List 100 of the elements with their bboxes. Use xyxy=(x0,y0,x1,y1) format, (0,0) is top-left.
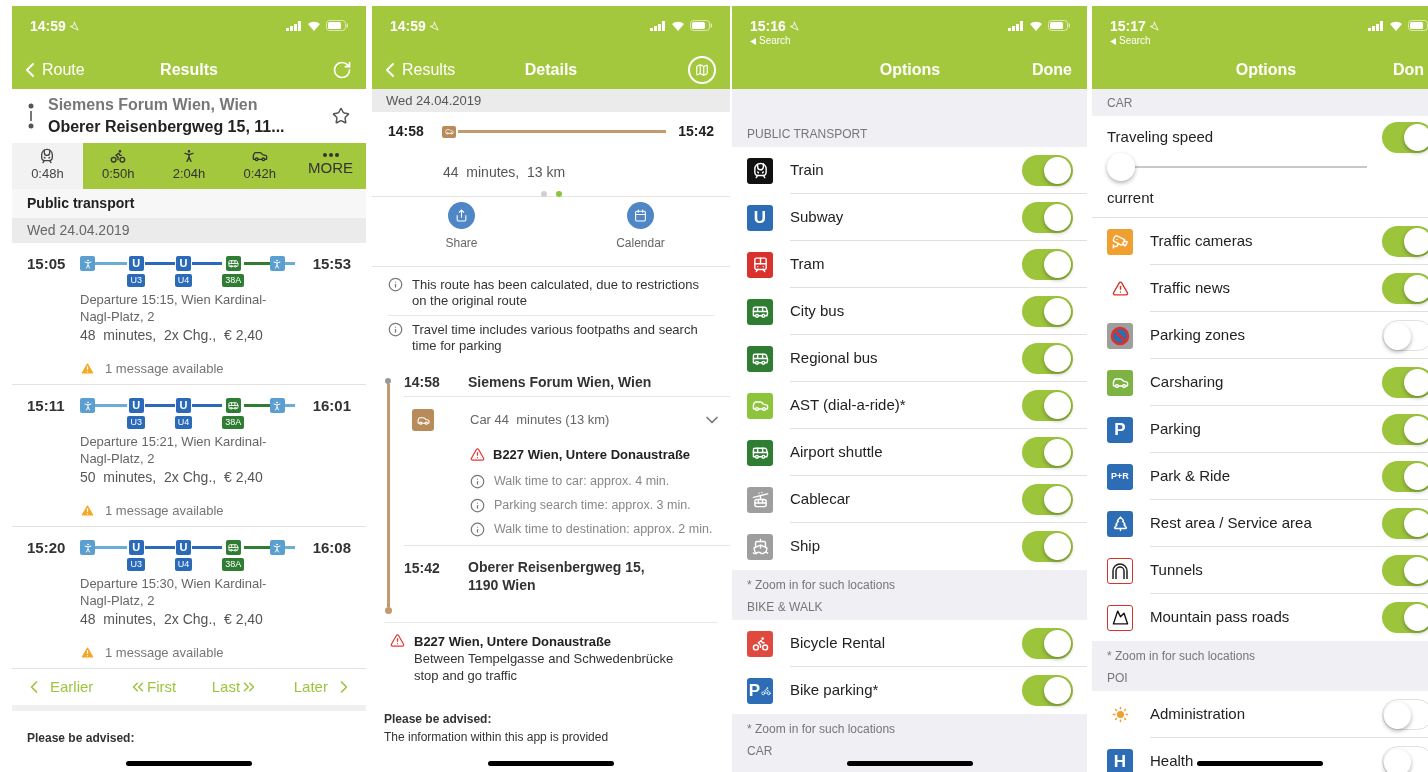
toggle-switch[interactable] xyxy=(1022,248,1073,280)
signal-icon xyxy=(1368,20,1384,31)
toggle-switch[interactable] xyxy=(1382,507,1428,539)
option-label: Traveling speed xyxy=(1107,127,1214,148)
arrival-time: 15:53 xyxy=(312,255,351,273)
tunnel-icon xyxy=(1107,557,1133,584)
info-icon xyxy=(388,322,403,337)
departure-time: 14:58 xyxy=(388,122,425,141)
bicycle-icon xyxy=(110,148,127,165)
route-dots-icon xyxy=(28,103,34,129)
toggle-switch[interactable] xyxy=(1022,627,1073,659)
toggle-switch[interactable] xyxy=(1382,122,1428,153)
status-time: 14:59 xyxy=(30,18,66,34)
mode-tab[interactable]: MORE xyxy=(295,143,366,189)
note-text: This route has been calculated, due to restrictions on the original route xyxy=(412,277,700,309)
toggle-switch[interactable] xyxy=(1382,554,1428,586)
bicycle-icon xyxy=(747,630,773,657)
hazard-icon xyxy=(390,633,405,648)
toggle-switch[interactable] xyxy=(1382,413,1428,445)
section-header: POI xyxy=(1107,670,1128,687)
bus-icon xyxy=(747,439,773,466)
mode-tab[interactable]: 0:42h xyxy=(224,143,296,189)
refresh-icon[interactable] xyxy=(332,59,352,80)
subway-sign: U xyxy=(747,204,773,231)
arrival-time: 16:01 xyxy=(312,397,351,415)
toggle-switch[interactable] xyxy=(1382,746,1428,772)
walk-icon xyxy=(269,256,285,271)
map-button[interactable] xyxy=(688,55,716,84)
toggle-switch[interactable] xyxy=(1022,436,1073,468)
mode-tab[interactable]: 0:50h xyxy=(82,143,154,189)
date-bar: Wed 24.04.2019 xyxy=(12,218,366,243)
destination-text: Oberer Reisenbergweg 15, 11... xyxy=(48,117,286,137)
section-header: PUBLIC TRANSPORT xyxy=(747,126,868,143)
info-icon xyxy=(470,497,485,513)
section-footnote: * Zoom in for such locations xyxy=(1107,648,1256,665)
date-bar: Wed 24.04.2019 xyxy=(372,89,730,112)
section-title: Public transport xyxy=(12,189,366,218)
route-segment xyxy=(284,404,295,407)
share-button[interactable]: Share xyxy=(372,197,551,266)
calendar-button[interactable]: Calendar xyxy=(551,197,730,266)
option-label: Health xyxy=(1150,751,1194,772)
warning-icon xyxy=(80,503,95,519)
departure-info: Departure 15:21, Wien Kardinal-Nagl-Platz, 2 xyxy=(80,433,268,467)
screen-title: Results xyxy=(160,59,218,80)
option-label: Ship xyxy=(790,536,821,557)
option-label: Mountain pass roads xyxy=(1150,607,1290,628)
triangle-icon xyxy=(750,37,756,45)
route-segment xyxy=(144,404,175,407)
option-label: Cablecar xyxy=(790,488,851,509)
info-icon xyxy=(470,473,485,489)
toggle-switch[interactable] xyxy=(1022,201,1073,233)
car-icon xyxy=(1107,369,1133,396)
toggle-switch[interactable] xyxy=(1382,319,1428,351)
screen-title: Details xyxy=(524,59,578,80)
location-arrow-icon xyxy=(1148,21,1159,31)
toggle-switch[interactable] xyxy=(1022,154,1073,186)
option-label: Bike parking* xyxy=(790,680,879,701)
bus-icon xyxy=(747,298,773,325)
message-link[interactable]: 1 message available xyxy=(105,501,224,521)
toggle-switch[interactable] xyxy=(1382,698,1428,730)
section-header: CAR xyxy=(747,743,773,760)
toggle-switch[interactable] xyxy=(1022,675,1073,706)
option-label: Administration xyxy=(1150,703,1246,724)
toggle-switch[interactable] xyxy=(1022,295,1073,327)
toggle-switch[interactable] xyxy=(1382,272,1428,304)
message-link[interactable]: 1 message available xyxy=(105,643,224,663)
location-arrow-icon xyxy=(428,21,439,31)
battery-icon xyxy=(690,20,712,31)
toggle-switch[interactable] xyxy=(1022,342,1073,374)
wifi-icon xyxy=(1389,20,1403,31)
train-icon xyxy=(747,157,773,184)
route-segment xyxy=(192,404,223,407)
battery-icon xyxy=(1048,20,1070,31)
speed-slider[interactable] xyxy=(1107,153,1367,181)
toggle-switch[interactable] xyxy=(1022,389,1073,421)
toggle-switch[interactable] xyxy=(1382,225,1428,257)
bus-icon xyxy=(747,345,773,372)
toggle-switch[interactable] xyxy=(1382,602,1428,633)
toggle-switch[interactable] xyxy=(1382,460,1428,492)
walker-icon xyxy=(181,148,197,165)
mode-tab[interactable]: 2:04h xyxy=(153,143,225,189)
slider-thumb[interactable] xyxy=(1107,153,1135,181)
mode-tab[interactable]: 0:48h xyxy=(12,143,83,189)
message-link[interactable]: 1 message available xyxy=(105,359,224,379)
wifi-icon xyxy=(671,20,685,31)
traffic-text: Between Tempelgasse and Schwedenbrücke xyxy=(414,650,674,667)
option-label: Subway xyxy=(790,206,844,227)
line-badge: U3 xyxy=(127,558,145,571)
status-time: 14:59 xyxy=(390,18,426,34)
walk-icon xyxy=(80,540,95,555)
toggle-switch[interactable] xyxy=(1022,531,1073,562)
star-icon[interactable] xyxy=(332,107,350,125)
option-label: Traffic news xyxy=(1150,277,1231,298)
status-time: 15:17 xyxy=(1110,18,1146,34)
camera-icon xyxy=(1107,228,1133,255)
toggle-switch[interactable] xyxy=(1382,366,1428,398)
stop-name: Siemens Forum Wien, Wien xyxy=(468,373,652,392)
status-time: 15:16 xyxy=(750,18,786,34)
toggle-switch[interactable] xyxy=(1022,483,1073,515)
tree-icon xyxy=(1107,510,1133,537)
